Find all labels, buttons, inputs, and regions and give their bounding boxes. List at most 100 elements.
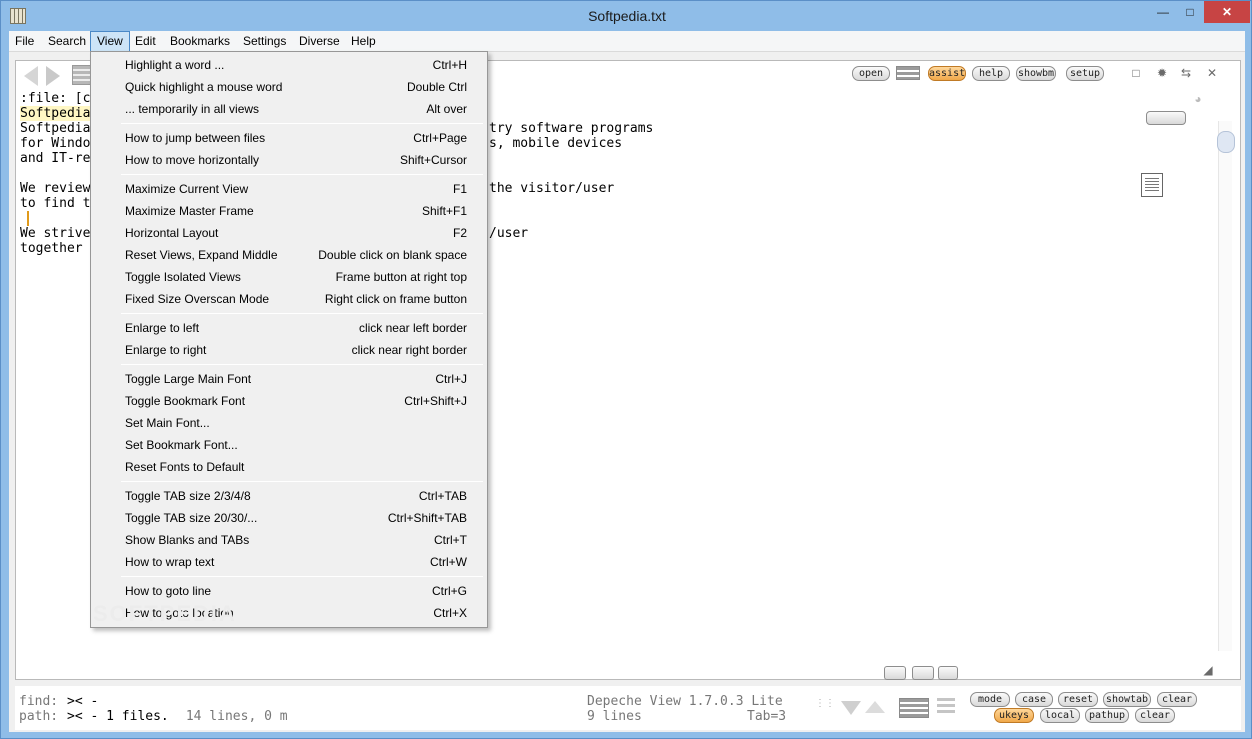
showtab-button[interactable]: showtab bbox=[1103, 692, 1151, 707]
chat-mode-icon[interactable] bbox=[912, 666, 934, 680]
ukeys-button[interactable]: ukeys bbox=[994, 708, 1034, 723]
arrow-down-icon[interactable] bbox=[841, 701, 861, 715]
menu-item-highlight-word[interactable]: Highlight a word ... Ctrl+H bbox=[91, 54, 487, 76]
menu-item-set-main-font[interactable]: Set Main Font... bbox=[91, 412, 487, 434]
menu-search[interactable]: Search bbox=[42, 31, 92, 52]
setup-button[interactable]: setup bbox=[1066, 66, 1104, 81]
menu-item-label: Reset Views, Expand Middle bbox=[125, 248, 278, 262]
gear-icon[interactable]: ✹ bbox=[1156, 67, 1168, 79]
menu-item-shortcut: Shift+Cursor bbox=[399, 153, 467, 167]
menu-item-large-main-font[interactable]: Toggle Large Main Font Ctrl+J bbox=[91, 368, 487, 390]
menu-item-horizontal-layout[interactable]: Horizontal Layout F2 bbox=[91, 222, 487, 244]
status-area: find: >< - path: >< - 1 files. 14 lines,… bbox=[15, 686, 1241, 730]
stack-icon[interactable] bbox=[899, 698, 929, 718]
path-value[interactable]: >< - 1 files. bbox=[67, 709, 169, 724]
menu-separator bbox=[121, 174, 483, 175]
menu-item-temporarily[interactable]: ... temporarily in all views Alt over bbox=[91, 98, 487, 120]
editor-right-line-10: /user bbox=[489, 226, 529, 241]
dots-icon[interactable]: ⋮⋮ bbox=[815, 699, 835, 714]
find-value[interactable]: >< - bbox=[67, 694, 98, 709]
menu-item-label: Enlarge to left bbox=[125, 321, 200, 335]
menu-item-shortcut: Ctrl+H bbox=[432, 58, 467, 72]
local-button[interactable]: local bbox=[1040, 708, 1080, 723]
menu-item-shortcut: Ctrl+Shift+TAB bbox=[387, 511, 467, 525]
menu-separator bbox=[121, 481, 483, 482]
menu-item-label: Enlarge to right bbox=[125, 343, 207, 357]
scrollbar[interactable] bbox=[1218, 121, 1232, 651]
menu-item-label: Reset Fonts to Default bbox=[125, 460, 245, 474]
clear-button-top[interactable]: clear bbox=[1157, 692, 1197, 707]
case-button[interactable]: case bbox=[1015, 692, 1053, 707]
menu-item-shortcut: Ctrl+Shift+J bbox=[404, 394, 467, 408]
dock-mode-icon[interactable] bbox=[938, 666, 958, 680]
menu-item-move-horizontally[interactable]: How to move horizontally Shift+Cursor bbox=[91, 149, 487, 171]
maximize-icon[interactable]: □ bbox=[1176, 1, 1204, 23]
speedometer-icon[interactable]: ◕ bbox=[1192, 93, 1204, 105]
menu-item-goto-line[interactable]: How to goto line Ctrl+G bbox=[91, 580, 487, 602]
pathup-button[interactable]: pathup bbox=[1085, 708, 1129, 723]
editor-line-11: together bbox=[20, 241, 83, 256]
menu-item-label: How to goto line bbox=[125, 584, 212, 598]
reset-button[interactable]: reset bbox=[1058, 692, 1098, 707]
menu-item-label: Show Blanks and TABs bbox=[125, 533, 250, 547]
layout-icon[interactable] bbox=[896, 66, 920, 80]
lines-icon[interactable] bbox=[937, 698, 955, 716]
menu-item-tab-size-small[interactable]: Toggle TAB size 2/3/4/8 Ctrl+TAB bbox=[91, 485, 487, 507]
tab-icons[interactable] bbox=[1146, 111, 1186, 125]
menu-item-label: ... temporarily in all views bbox=[125, 102, 260, 116]
mode-button[interactable]: mode bbox=[970, 692, 1010, 707]
back-arrow-icon[interactable] bbox=[24, 66, 38, 86]
menu-item-show-blanks[interactable]: Show Blanks and TABs Ctrl+T bbox=[91, 529, 487, 551]
menu-item-maximize-current[interactable]: Maximize Current View F1 bbox=[91, 178, 487, 200]
menu-item-quick-highlight[interactable]: Quick highlight a mouse word Double Ctrl bbox=[91, 76, 487, 98]
menu-item-maximize-master[interactable]: Maximize Master Frame Shift+F1 bbox=[91, 200, 487, 222]
menu-settings[interactable]: Settings bbox=[237, 31, 292, 52]
edit-mode-icon[interactable] bbox=[884, 666, 906, 680]
forward-arrow-icon[interactable] bbox=[46, 66, 60, 86]
frame-toggle-icon[interactable]: □ bbox=[1130, 67, 1142, 79]
menu-item-reset-views[interactable]: Reset Views, Expand Middle Double click … bbox=[91, 244, 487, 266]
close-view-icon[interactable]: ✕ bbox=[1206, 67, 1218, 79]
clear-button-bottom[interactable]: clear bbox=[1135, 708, 1175, 723]
menu-item-reset-fonts[interactable]: Reset Fonts to Default bbox=[91, 456, 487, 478]
menu-item-bookmark-font[interactable]: Toggle Bookmark Font Ctrl+Shift+J bbox=[91, 390, 487, 412]
menu-item-shortcut: Ctrl+J bbox=[435, 372, 467, 386]
menu-item-jump-files[interactable]: How to jump between files Ctrl+Page bbox=[91, 127, 487, 149]
text-cursor bbox=[27, 211, 29, 226]
menu-item-fixed-size-overscan[interactable]: Fixed Size Overscan Mode Right click on … bbox=[91, 288, 487, 310]
title-bar: Softpedia.txt — □ ✕ bbox=[1, 1, 1251, 31]
menu-item-label: How to wrap text bbox=[125, 555, 215, 569]
arrow-up-icon[interactable] bbox=[865, 701, 885, 713]
resize-grip-icon[interactable]: ◢ bbox=[1202, 664, 1214, 676]
help-button[interactable]: help bbox=[972, 66, 1010, 81]
editor-right-line-4: s, mobile devices bbox=[489, 136, 623, 151]
menu-item-shortcut: Frame button at right top bbox=[335, 270, 467, 284]
open-button[interactable]: open bbox=[852, 66, 890, 81]
menu-item-toggle-isolated[interactable]: Toggle Isolated Views Frame button at ri… bbox=[91, 266, 487, 288]
scrollbar-thumb[interactable] bbox=[1217, 131, 1235, 153]
menu-item-wrap-text[interactable]: How to wrap text Ctrl+W bbox=[91, 551, 487, 573]
menu-item-tab-size-large[interactable]: Toggle TAB size 20/30/... Ctrl+Shift+TAB bbox=[91, 507, 487, 529]
version-text: Depeche View 1.7.0.3 Lite bbox=[587, 694, 783, 709]
menu-bookmarks[interactable]: Bookmarks bbox=[164, 31, 236, 52]
menu-item-label: Highlight a word ... bbox=[125, 58, 225, 72]
menu-item-enlarge-left[interactable]: Enlarge to left click near left border bbox=[91, 317, 487, 339]
menu-view[interactable]: View bbox=[90, 31, 130, 52]
editor-line-3: Softpedia bbox=[20, 121, 91, 136]
menu-file[interactable]: File bbox=[9, 31, 40, 52]
document-icon[interactable] bbox=[1141, 173, 1163, 197]
menu-item-set-bookmark-font[interactable]: Set Bookmark Font... bbox=[91, 434, 487, 456]
menu-edit[interactable]: Edit bbox=[129, 31, 162, 52]
file-list-icon[interactable] bbox=[72, 65, 92, 85]
menu-diverse[interactable]: Diverse bbox=[293, 31, 346, 52]
close-icon[interactable]: ✕ bbox=[1204, 1, 1250, 23]
menu-item-label: Toggle Bookmark Font bbox=[125, 394, 246, 408]
menu-item-shortcut: click near left border bbox=[358, 321, 467, 335]
menu-item-label: Toggle TAB size 20/30/... bbox=[125, 511, 258, 525]
expand-horizontal-icon[interactable]: ⇆ bbox=[1180, 67, 1192, 79]
menu-help[interactable]: Help bbox=[345, 31, 382, 52]
assist-button[interactable]: assist bbox=[928, 66, 966, 81]
minimize-icon[interactable]: — bbox=[1149, 1, 1177, 23]
showbm-button[interactable]: showbm bbox=[1016, 66, 1056, 81]
menu-item-enlarge-right[interactable]: Enlarge to right click near right border bbox=[91, 339, 487, 361]
